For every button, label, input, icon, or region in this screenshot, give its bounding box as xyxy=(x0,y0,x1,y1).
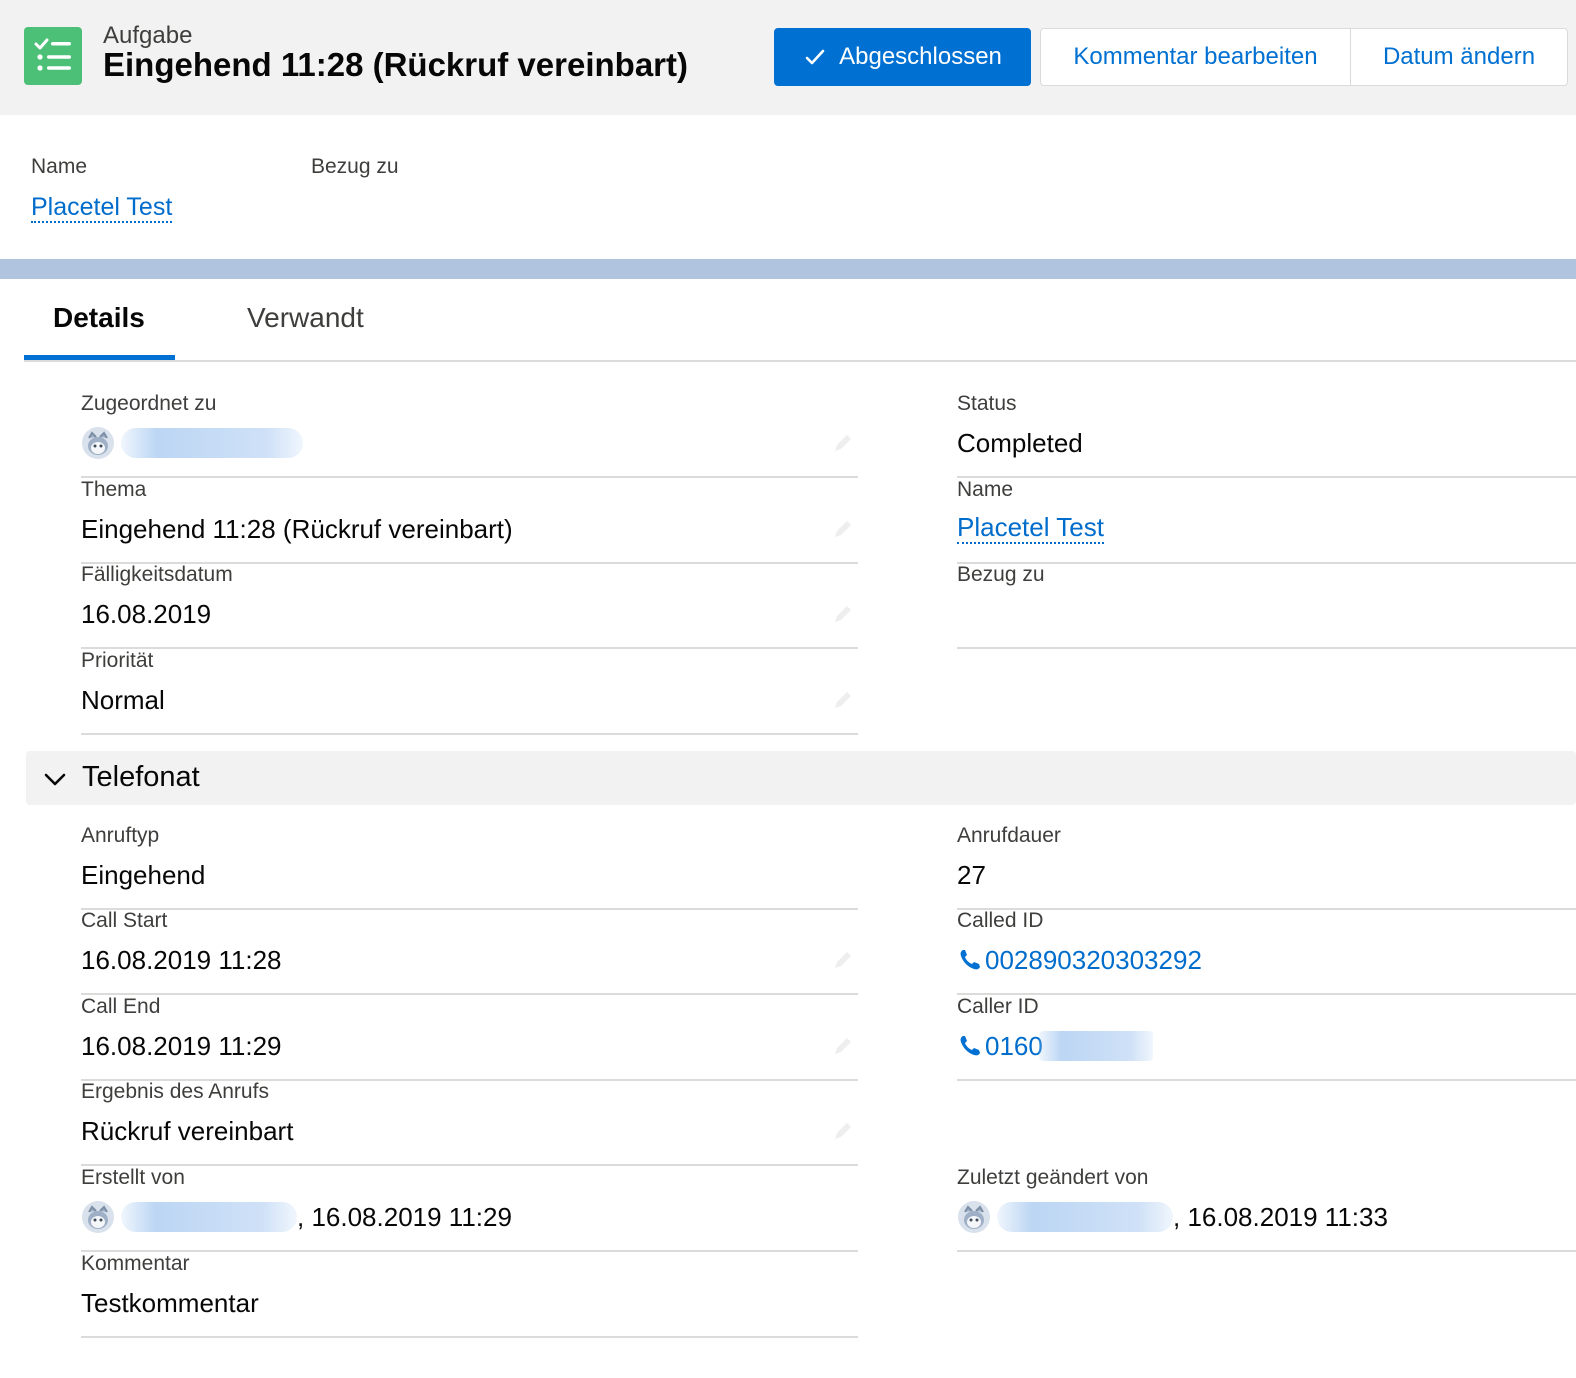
phone-icon[interactable] xyxy=(957,1033,983,1059)
section-header-call[interactable]: Telefonat xyxy=(26,751,1576,805)
field-label: Called ID xyxy=(957,909,1044,932)
user-avatar-icon[interactable] xyxy=(81,1200,115,1234)
field-caller-id: Caller ID 0160 xyxy=(957,995,1576,1081)
field-label: Call End xyxy=(81,995,161,1018)
tab-details[interactable]: Details xyxy=(53,302,145,334)
field-value: 27 xyxy=(957,860,986,890)
highlight-name-link[interactable]: Placetel Test xyxy=(31,190,173,224)
field-label: Bezug zu xyxy=(957,563,1045,586)
redacted-user-name[interactable] xyxy=(121,428,303,458)
field-label: Zugeordnet zu xyxy=(81,392,217,415)
field-value: Eingehend xyxy=(81,860,206,890)
redacted-user-name[interactable] xyxy=(121,1202,297,1232)
created-date: , 16.08.2019 11:29 xyxy=(297,1202,512,1232)
field-label: Ergebnis des Anrufs xyxy=(81,1080,269,1103)
field-label: Fälligkeitsdatum xyxy=(81,563,233,586)
phone-icon[interactable] xyxy=(957,947,983,973)
field-label: Erstellt von xyxy=(81,1166,185,1189)
section-title: Telefonat xyxy=(82,761,200,793)
field-status: Status Completed xyxy=(957,392,1576,478)
field-value: 16.08.2019 xyxy=(81,599,212,629)
completed-button-label: Abgeschlossen xyxy=(839,43,1002,70)
field-last-modified-by: Zuletzt geändert von , 16.08.2019 11:33 xyxy=(957,1166,1576,1252)
field-value: Testkommentar xyxy=(81,1288,259,1318)
pencil-icon[interactable] xyxy=(830,516,856,542)
highlight-name-value[interactable]: Placetel Test xyxy=(31,193,173,223)
user-avatar-icon[interactable] xyxy=(957,1200,991,1234)
pencil-icon[interactable] xyxy=(830,430,856,456)
field-related-to: Bezug zu xyxy=(957,563,1576,649)
field-due-date: Fälligkeitsdatum 16.08.2019 xyxy=(81,563,858,649)
redacted-phone-number xyxy=(1038,1031,1153,1061)
field-assigned-to: Zugeordnet zu xyxy=(81,392,858,478)
field-call-end: Call End 16.08.2019 11:29 xyxy=(81,995,858,1081)
pencil-icon[interactable] xyxy=(830,601,856,627)
field-value: Rückruf vereinbart xyxy=(81,1116,294,1146)
field-comment: Kommentar Testkommentar xyxy=(81,1252,858,1338)
chevron-down-icon[interactable] xyxy=(42,766,68,792)
highlight-name-label: Name xyxy=(31,155,88,178)
field-label: Name xyxy=(957,478,1014,501)
field-call-result: Ergebnis des Anrufs Rückruf vereinbart xyxy=(81,1080,858,1166)
change-date-button[interactable]: Datum ändern xyxy=(1350,28,1568,86)
field-value: 16.08.2019 11:28 xyxy=(81,945,282,975)
field-call-start: Call Start 16.08.2019 11:28 xyxy=(81,909,858,995)
pencil-icon[interactable] xyxy=(830,947,856,973)
modified-date: , 16.08.2019 11:33 xyxy=(1173,1202,1388,1232)
completed-button[interactable]: Abgeschlossen xyxy=(774,28,1031,86)
caller-id-link[interactable]: 0160 xyxy=(985,1029,1043,1063)
redacted-user-name[interactable] xyxy=(997,1202,1173,1232)
checkmark-icon xyxy=(805,49,825,65)
pencil-icon[interactable] xyxy=(830,1033,856,1059)
divider-bar xyxy=(0,259,1576,279)
highlight-related-label: Bezug zu xyxy=(311,155,399,178)
field-value: Completed xyxy=(957,428,1083,458)
edit-comment-button[interactable]: Kommentar bearbeiten xyxy=(1040,28,1351,86)
field-priority: Priorität Normal xyxy=(81,649,858,735)
field-call-type: Anruftyp Eingehend xyxy=(81,824,858,910)
field-label: Kommentar xyxy=(81,1252,190,1275)
field-label: Anruftyp xyxy=(81,824,160,847)
called-id-link[interactable]: 002890320303292 xyxy=(985,943,1202,977)
field-label: Priorität xyxy=(81,649,154,672)
tab-related[interactable]: Verwandt xyxy=(247,302,364,334)
field-value: 16.08.2019 11:29 xyxy=(81,1031,282,1061)
user-avatar-icon[interactable] xyxy=(81,426,115,460)
tab-bar-divider xyxy=(24,360,1576,362)
record-header: Aufgabe Eingehend 11:28 (Rückruf vereinb… xyxy=(0,0,1576,115)
field-created-by: Erstellt von , 16.08.2019 11:29 xyxy=(81,1166,858,1252)
field-label: Status xyxy=(957,392,1017,415)
field-label: Caller ID xyxy=(957,995,1039,1018)
field-subject: Thema Eingehend 11:28 (Rückruf vereinbar… xyxy=(81,478,858,564)
active-tab-indicator xyxy=(24,355,175,360)
field-label: Anrufdauer xyxy=(957,824,1061,847)
page-title: Eingehend 11:28 (Rückruf vereinbart) xyxy=(103,46,688,83)
field-called-id: Called ID 002890320303292 xyxy=(957,909,1576,995)
pencil-icon[interactable] xyxy=(830,687,856,713)
name-link[interactable]: Placetel Test xyxy=(957,512,1104,544)
field-name: Name Placetel Test xyxy=(957,478,1576,564)
field-label: Thema xyxy=(81,478,147,501)
field-label: Call Start xyxy=(81,909,168,932)
pencil-icon[interactable] xyxy=(830,1118,856,1144)
task-list-icon xyxy=(24,27,82,85)
field-value: Normal xyxy=(81,685,165,715)
field-call-duration: Anrufdauer 27 xyxy=(957,824,1576,910)
field-label: Zuletzt geändert von xyxy=(957,1166,1149,1189)
field-value: Eingehend 11:28 (Rückruf vereinbart) xyxy=(81,514,513,544)
